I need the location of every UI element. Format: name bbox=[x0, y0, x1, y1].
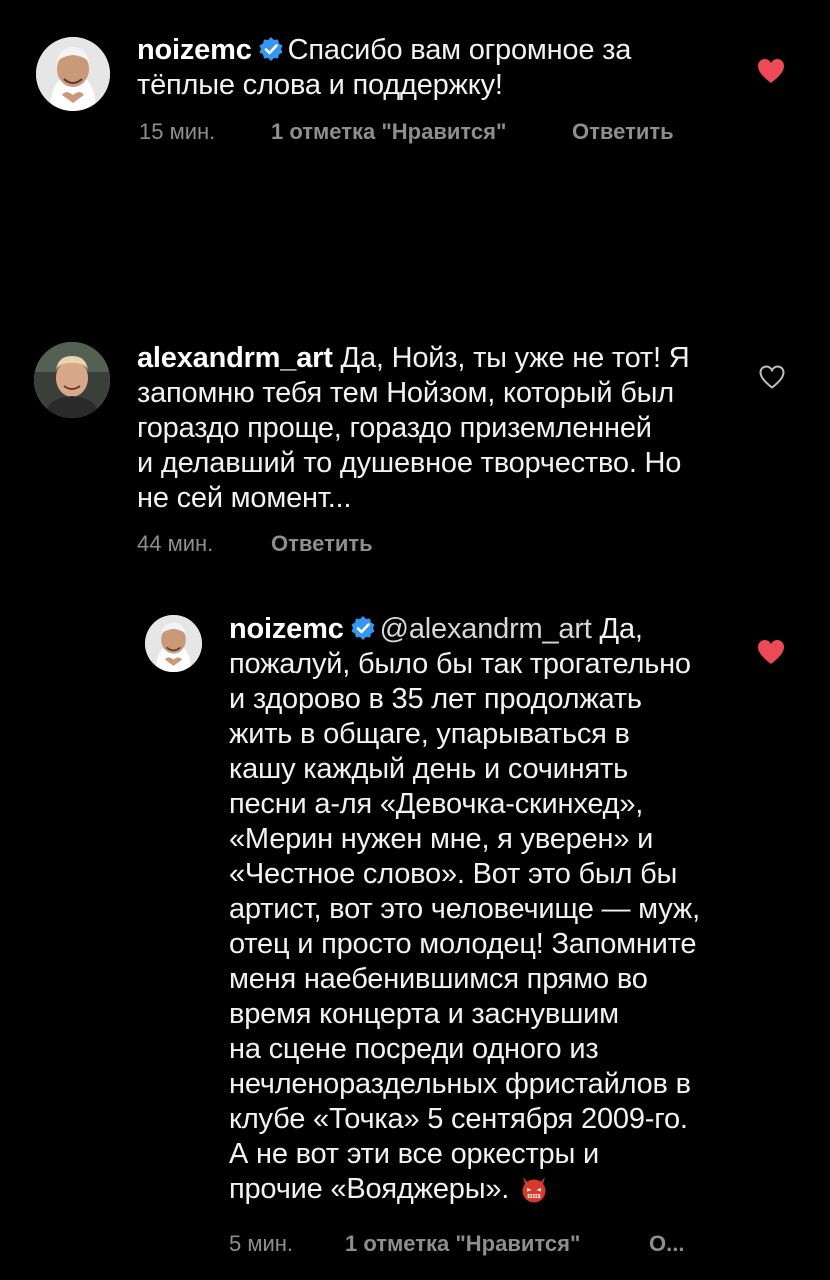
mention-link[interactable]: @alexandrm_art bbox=[380, 613, 592, 645]
comment-text: кашу каждый день и сочинять bbox=[229, 753, 628, 785]
avatar[interactable] bbox=[36, 37, 110, 111]
reply-button[interactable]: Ответить bbox=[271, 531, 373, 557]
comment-text: гораздо проще, гораздо приземленней bbox=[137, 412, 652, 444]
comment-time: 5 мин. bbox=[229, 1231, 294, 1256]
comment-time: 44 мин. bbox=[137, 531, 214, 556]
comment-time: 15 мин. bbox=[139, 119, 216, 144]
reply-button[interactable]: Ответить bbox=[572, 119, 674, 145]
comment-text: запомню тебя тем Нойзом, который был bbox=[137, 377, 675, 409]
like-button[interactable] bbox=[757, 639, 785, 665]
avatar[interactable] bbox=[34, 342, 110, 418]
avatar-photo bbox=[145, 615, 202, 672]
comment-text: Да, bbox=[599, 613, 643, 645]
comment-text: клубе «Точка» 5 сентября 2009-го. bbox=[229, 1103, 688, 1135]
verified-badge-icon bbox=[350, 615, 376, 641]
heart-outline-icon bbox=[759, 365, 785, 389]
heart-filled-icon bbox=[758, 59, 784, 83]
comment-text: меня наебенившимся прямо во bbox=[229, 963, 648, 995]
comment-text: жить в общаге, упарываться в bbox=[229, 718, 630, 750]
username[interactable]: alexandrm_art bbox=[137, 342, 333, 374]
comment-text: «Мерин нужен мне, я уверен» и bbox=[229, 823, 654, 855]
like-button[interactable] bbox=[757, 58, 785, 84]
devil-emoji-icon bbox=[519, 1174, 549, 1204]
likes-count-link[interactable]: 1 отметка "Нравится" bbox=[271, 119, 506, 145]
verified-badge-icon bbox=[258, 36, 284, 62]
comment-text: время концерта и заснувшим bbox=[229, 998, 619, 1030]
comment-text: на сцене посреди одного из bbox=[229, 1033, 599, 1065]
avatar-photo bbox=[36, 37, 110, 111]
likes-count-link[interactable]: 1 отметка "Нравится" bbox=[345, 1231, 580, 1257]
username[interactable]: noizemc bbox=[229, 613, 344, 645]
heart-filled-icon bbox=[758, 640, 784, 664]
comment-text: А не вот эти все оркестры и bbox=[229, 1138, 599, 1170]
comment-text: Спасибо вам огромное за bbox=[287, 34, 632, 66]
comment-text: и делавший то душевное творчество. Но bbox=[137, 447, 682, 479]
username[interactable]: noizemc bbox=[137, 34, 252, 66]
comment-text: не сей момент... bbox=[137, 482, 352, 514]
comment-text: песни а-ля «Девочка-скинхед», bbox=[229, 788, 644, 820]
comment-text: тёплые слова и поддержку! bbox=[137, 69, 503, 101]
comment-text: пожалуй, было бы так трогательно bbox=[229, 648, 691, 680]
comment-text: прочие «Вояджеры». bbox=[229, 1173, 510, 1205]
reply-button[interactable]: О... bbox=[649, 1231, 684, 1257]
comment-text: нечленораздельных фристайлов в bbox=[229, 1068, 691, 1100]
comment-text: и здорово в 35 лет продолжать bbox=[229, 683, 642, 715]
like-button[interactable] bbox=[758, 364, 786, 390]
comment-text: отец и просто молодец! Запомните bbox=[229, 928, 697, 960]
comment-text: «Честное слово». Вот это был бы bbox=[229, 858, 678, 890]
avatar-photo bbox=[34, 342, 110, 418]
comment-text: артист, вот это человечище — муж, bbox=[229, 893, 700, 925]
comment-text: Да, Нойз, ты уже не тот! Я bbox=[340, 342, 690, 374]
avatar[interactable] bbox=[145, 615, 202, 672]
